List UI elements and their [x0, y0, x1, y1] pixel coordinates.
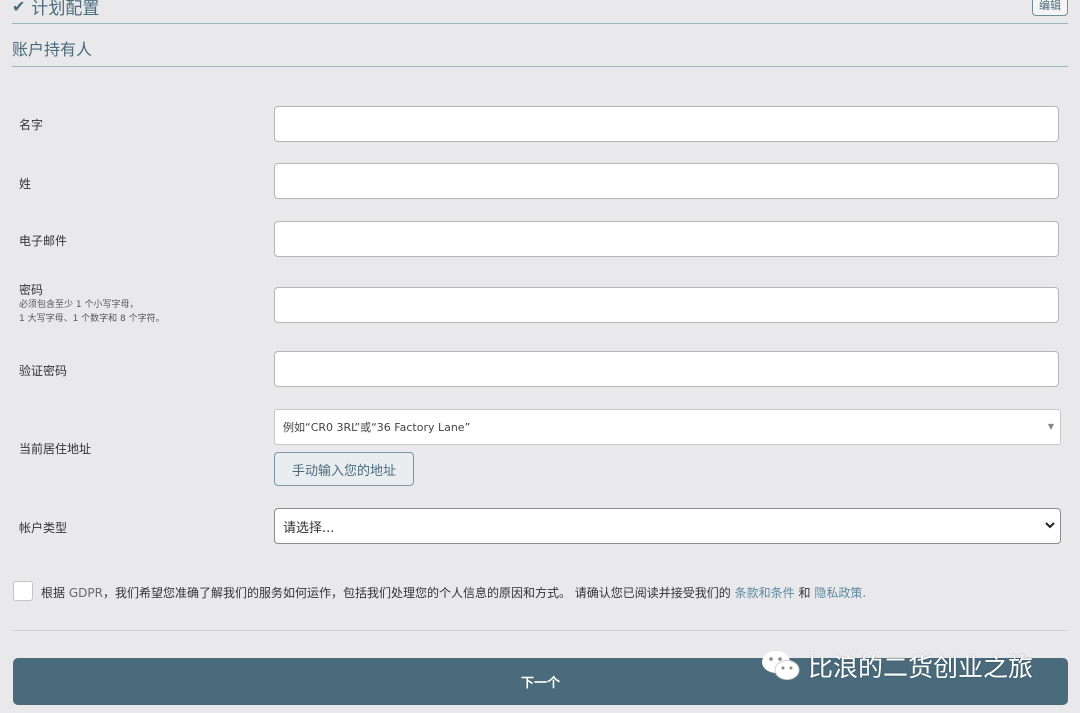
last-name-label: 姓: [19, 177, 32, 191]
gdpr-consent-text: 根据 GDPR，我们希望您准确了解我们的服务如何运作，包括我们处理您的个人信息的…: [41, 584, 866, 601]
password-input[interactable]: [274, 287, 1059, 323]
edit-button[interactable]: 编辑: [1032, 0, 1068, 16]
chevron-down-icon: [1045, 522, 1055, 529]
first-name-input[interactable]: [274, 106, 1059, 142]
last-name-input[interactable]: [274, 163, 1059, 199]
gdpr-body: ，我们希望您准确了解我们的服务如何运作，包括我们处理您的个人信息的原因和方式。 …: [102, 586, 731, 600]
password-hint-line1: 必须包含至少 1 个小写字母，: [19, 300, 139, 310]
first-name-label: 名字: [19, 118, 44, 132]
confirm-password-label: 验证密码: [19, 364, 68, 378]
gdpr-term: GDPR: [68, 586, 103, 600]
account-holder-heading: 账户持有人: [12, 36, 1068, 67]
caret-down-icon: ▼: [1047, 422, 1054, 431]
confirm-password-input[interactable]: [274, 351, 1059, 387]
terms-link[interactable]: 条款和条件: [735, 586, 795, 600]
plan-config-title: 计划配置: [31, 0, 100, 19]
check-icon: ✔: [12, 0, 26, 16]
plan-config-header: ✔ 计划配置 编辑: [12, 0, 1068, 24]
watermark: 比浪的二货创业之旅: [760, 648, 1033, 684]
manual-address-button[interactable]: 手动输入您的地址: [274, 452, 414, 486]
privacy-link[interactable]: 隐私政策.: [814, 586, 866, 600]
address-search-select[interactable]: 例如“CR0 3RL”或“36 Factory Lane” ▼: [274, 409, 1061, 445]
account-type-selected: 请选择...: [283, 520, 335, 536]
password-label: 密码: [19, 283, 44, 297]
address-label: 当前居住地址: [19, 442, 92, 456]
plan-config-title-group: ✔ 计划配置: [12, 0, 99, 19]
address-placeholder: 例如“CR0 3RL”或“36 Factory Lane”: [283, 421, 471, 434]
gdpr-consent-checkbox[interactable]: [13, 581, 33, 601]
watermark-text: 比浪的二货创业之旅: [808, 653, 1034, 682]
email-input[interactable]: [274, 221, 1059, 257]
password-label-group: 密码 必须包含至少 1 个小写字母， 1 大写字母、1 个数字和 8 个字符。: [19, 281, 165, 326]
gdpr-prefix: 根据: [41, 586, 66, 600]
and-word: 和: [798, 586, 811, 600]
password-hint-line2: 1 大写字母、1 个数字和 8 个字符。: [19, 314, 165, 324]
account-type-select[interactable]: 请选择...: [274, 508, 1061, 544]
email-label: 电子邮件: [19, 234, 68, 248]
account-type-label: 帐户类型: [19, 521, 68, 535]
wechat-icon: [762, 651, 800, 680]
divider: [12, 630, 1068, 631]
